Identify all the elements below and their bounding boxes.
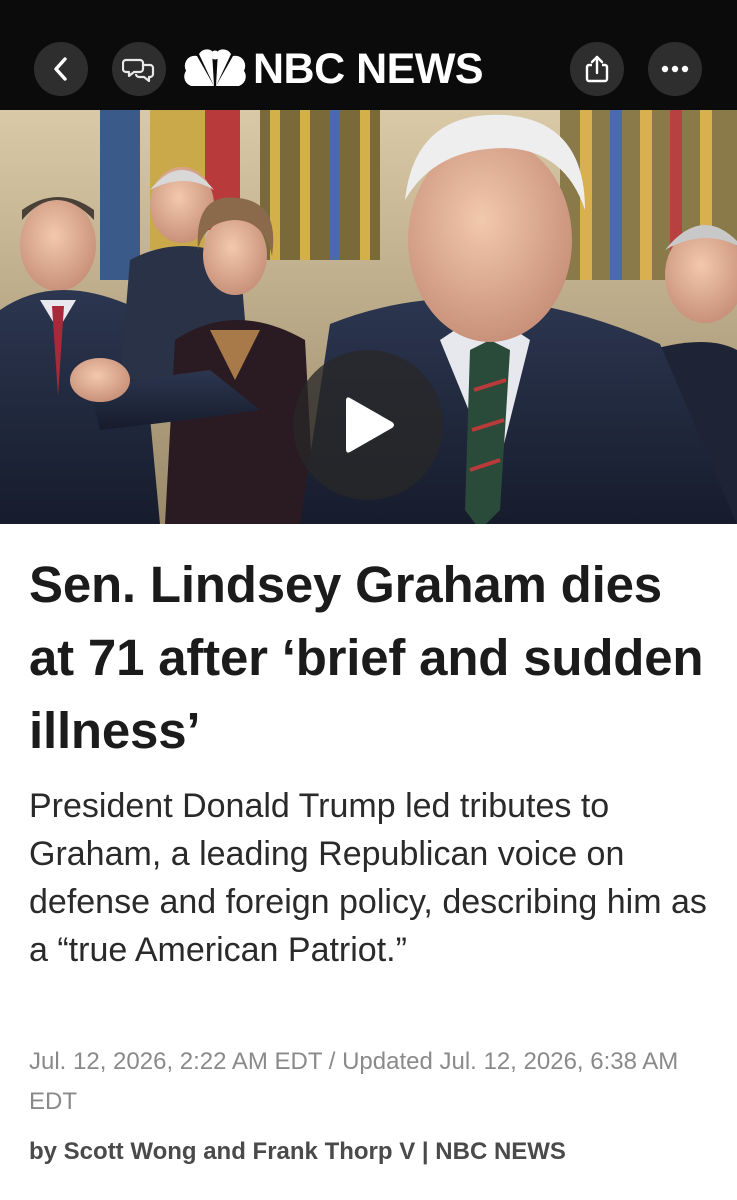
video-thumbnail[interactable] (0, 110, 737, 524)
article-timestamp: Jul. 12, 2026, 2:22 AM EDT / Updated Jul… (29, 1048, 679, 1115)
more-options-button[interactable] (648, 42, 702, 96)
share-icon (585, 55, 609, 83)
play-icon (346, 397, 394, 453)
article-summary: President Donald Trump led tributes to G… (29, 787, 707, 969)
play-button[interactable] (293, 350, 443, 500)
nbc-news-logo: NBC NEWS (183, 40, 484, 98)
share-button[interactable] (570, 42, 624, 96)
more-icon (661, 65, 689, 73)
chevron-left-icon (54, 57, 67, 81)
article-byline[interactable]: by Scott Wong and Frank Thorp V | NBC NE… (29, 1134, 719, 1170)
brand-name: NBC NEWS (253, 44, 484, 93)
peacock-icon (184, 49, 246, 86)
ai-summary-button[interactable] (112, 42, 166, 96)
article-headline: Sen. Lindsey Graham dies at 71 after ‘br… (29, 556, 704, 759)
back-button[interactable] (34, 42, 88, 96)
top-navigation-bar: NBC NEWS (0, 0, 737, 110)
ai-summary-icon (122, 58, 155, 83)
